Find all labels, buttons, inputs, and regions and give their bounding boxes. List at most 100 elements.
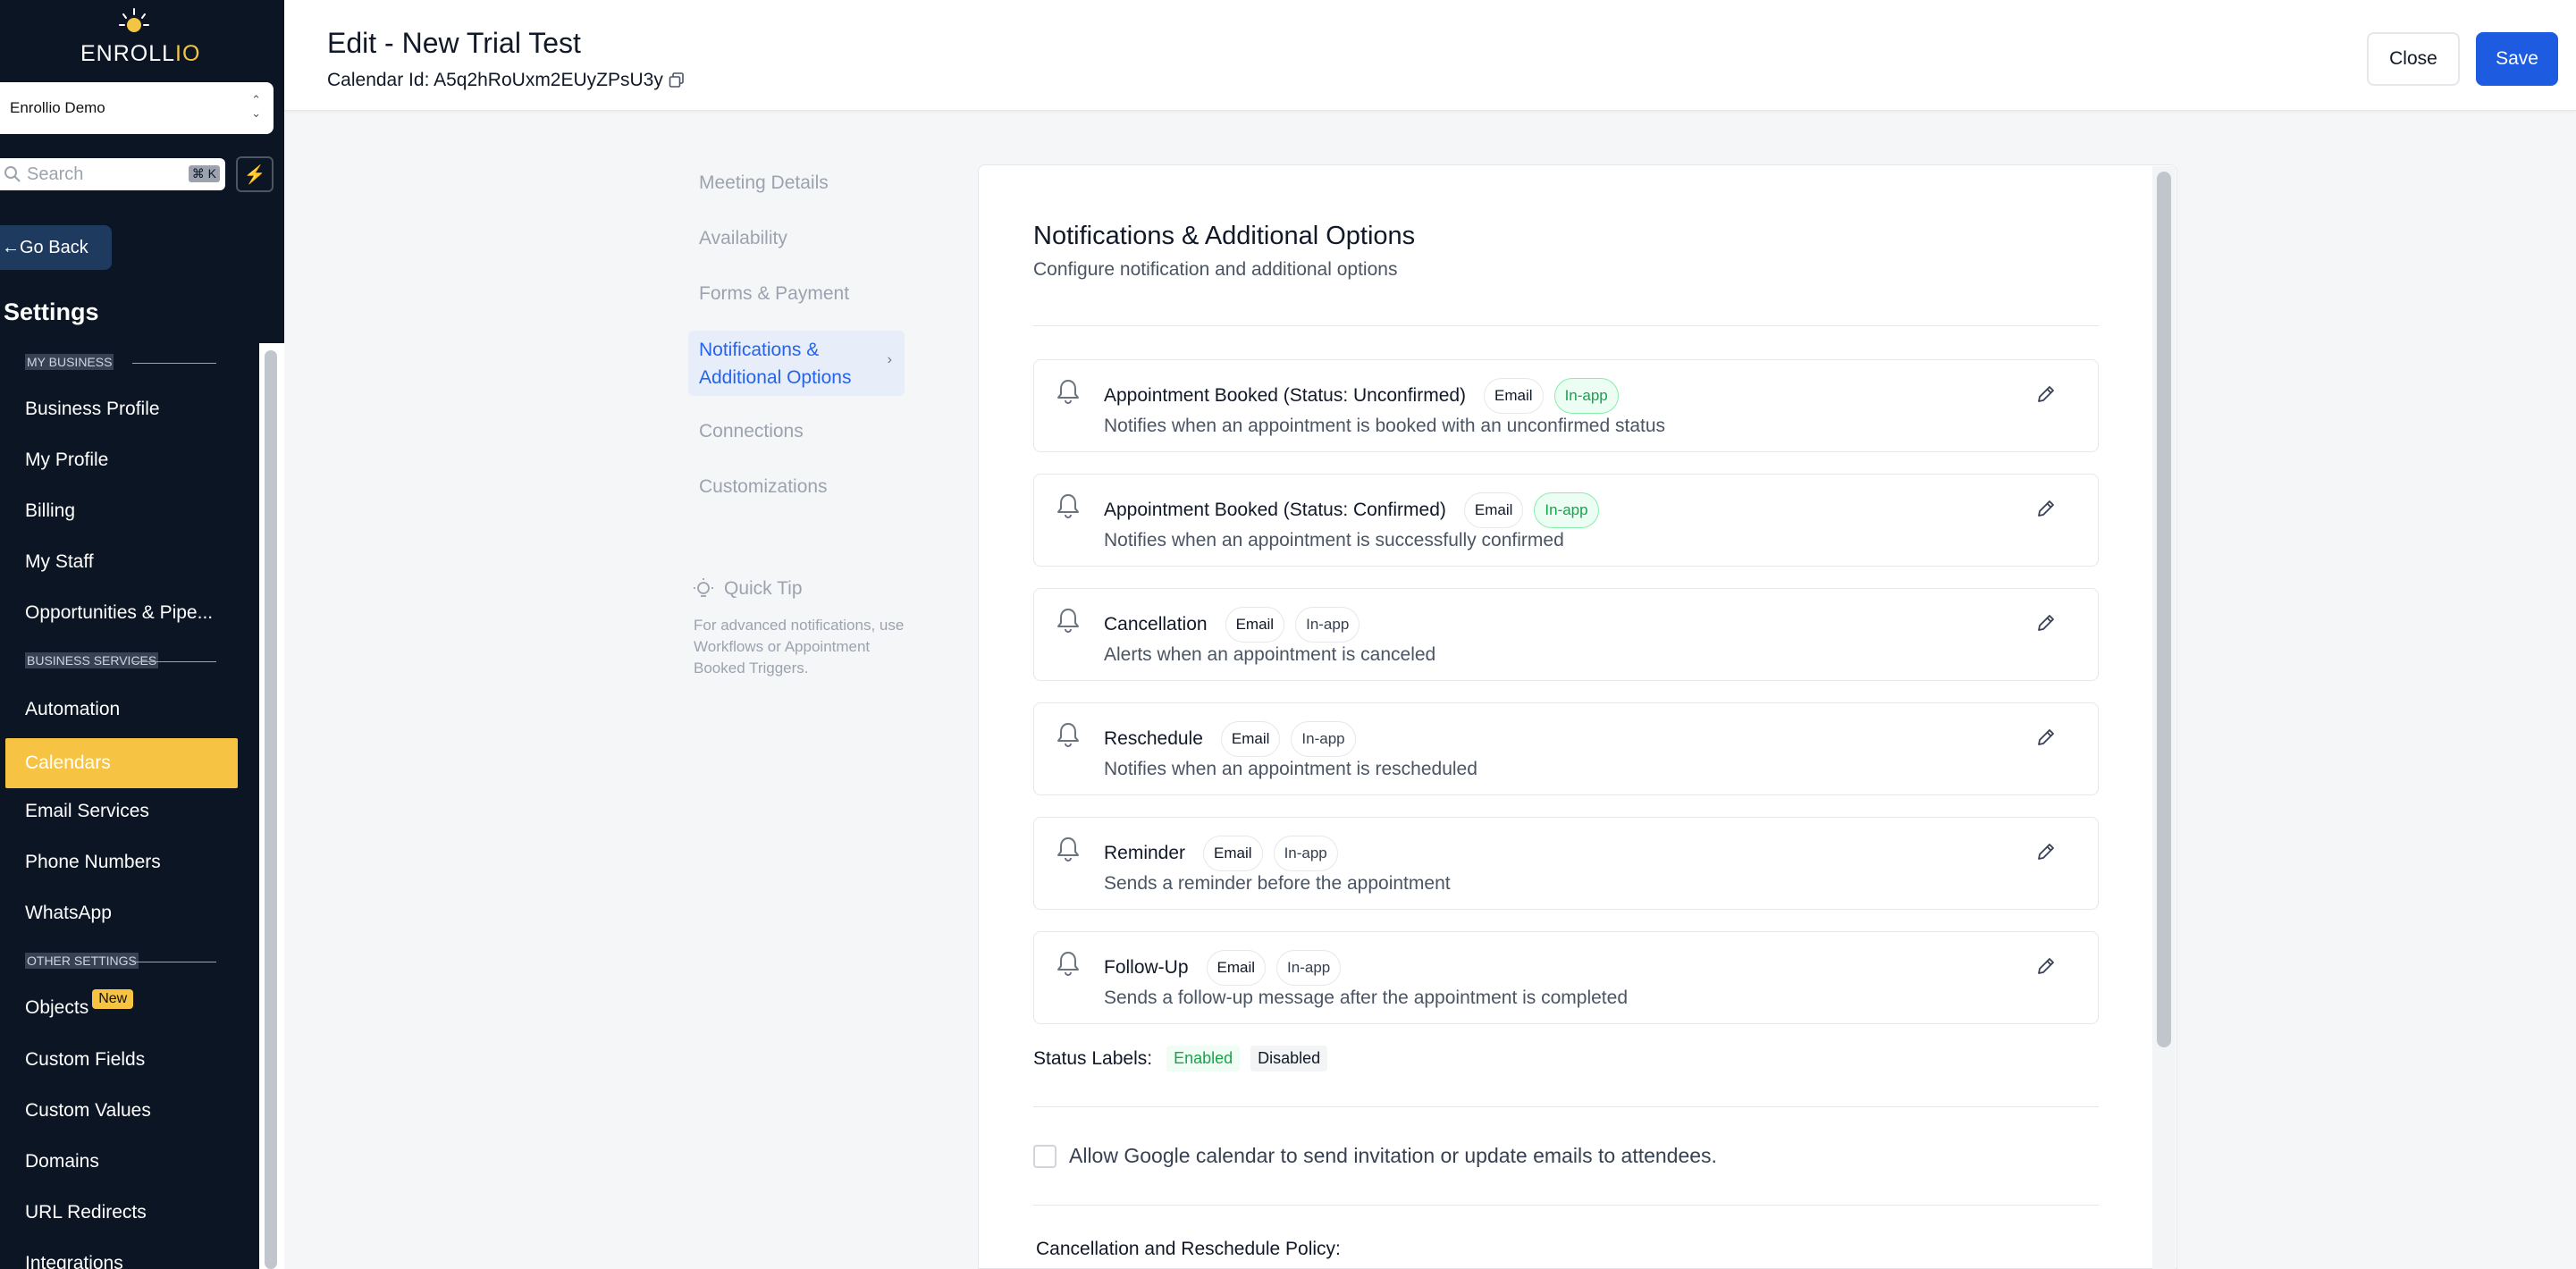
sidebar-item-integrations[interactable]: Integrations xyxy=(25,1253,123,1269)
sidebar-item-my-staff[interactable]: My Staff xyxy=(25,551,94,573)
status-labels-title: Status Labels: xyxy=(1033,1047,1153,1069)
search-shortcut: ⌘ K xyxy=(188,165,220,182)
quick-action-button[interactable]: ⚡ xyxy=(236,156,274,192)
edit-pencil-icon[interactable] xyxy=(2035,498,2057,519)
notification-name: Cancellation xyxy=(1104,614,1208,634)
bolt-icon: ⚡ xyxy=(243,164,266,185)
quick-tip-body: For advanced notifications, use Workflow… xyxy=(694,617,905,677)
section-business-services: BUSINESS SERVICES xyxy=(25,652,159,668)
sidebar-item-business-profile[interactable]: Business Profile xyxy=(25,399,160,420)
tab-forms-payment[interactable]: Forms & Payment xyxy=(699,283,849,305)
sidebar-item-billing[interactable]: Billing xyxy=(25,500,75,522)
section-divider xyxy=(132,363,216,364)
settings-title: Settings xyxy=(4,298,99,325)
edit-pencil-icon[interactable] xyxy=(2035,841,2057,862)
notification-description: Notifies when an appointment is booked w… xyxy=(1104,416,1666,436)
sidebar-item-label: Objects xyxy=(25,997,89,1018)
sidebar-item-objects[interactable]: Objects New xyxy=(25,989,134,1020)
google-calendar-checkbox[interactable] xyxy=(1033,1144,1056,1168)
notification-description: Sends a follow-up message after the appo… xyxy=(1104,987,1629,1008)
logo: ENROLLIO xyxy=(0,7,268,66)
notification-name-row: Reschedule Email In-app xyxy=(1104,721,1356,757)
notification-description: Alerts when an appointment is canceled xyxy=(1104,644,1436,665)
bell-icon xyxy=(1057,380,1079,404)
tab-notifications-label: Notifications & Additional Options xyxy=(699,340,852,388)
policy-title: Cancellation and Reschedule Policy: xyxy=(1036,1239,1341,1259)
account-switcher[interactable]: Enrollio Demo ⌃ ⌄ xyxy=(0,82,274,134)
notification-name: Follow-Up xyxy=(1104,957,1189,978)
tab-customizations[interactable]: Customizations xyxy=(699,476,828,498)
section-other-settings: OTHER SETTINGS xyxy=(25,953,139,969)
edit-pencil-icon[interactable] xyxy=(2035,612,2057,634)
notification-row: Appointment Booked (Status: Confirmed) Em… xyxy=(1033,474,2099,567)
new-badge: New xyxy=(92,989,134,1009)
divider xyxy=(1033,1106,2099,1107)
page-header: Edit - New Trial Test Calendar Id: A5q2h… xyxy=(284,0,2576,111)
save-button[interactable]: Save xyxy=(2476,32,2558,86)
sidebar-item-opportunities[interactable]: Opportunities & Pipe... xyxy=(25,602,213,624)
sidebar-item-custom-fields[interactable]: Custom Fields xyxy=(25,1049,145,1071)
search-icon xyxy=(4,166,21,182)
inapp-channel-badge: In-app xyxy=(1276,950,1342,986)
sidebar-item-custom-values[interactable]: Custom Values xyxy=(25,1100,151,1122)
notification-name: Reschedule xyxy=(1104,728,1203,749)
chevron-updown-icon: ⌃ ⌄ xyxy=(251,93,261,120)
sidebar-item-my-profile[interactable]: My Profile xyxy=(25,450,108,471)
inapp-channel-badge: In-app xyxy=(1553,378,1619,414)
notification-name-row: Reminder Email In-app xyxy=(1104,836,1338,871)
chevron-right-icon: › xyxy=(887,352,892,367)
account-name: Enrollio Demo xyxy=(10,99,105,116)
section-title: Notifications & Additional Options xyxy=(1033,222,1416,250)
calendar-id: Calendar Id: A5q2hRoUxm2EUyZPsU3y xyxy=(327,70,685,91)
sidebar-item-automation[interactable]: Automation xyxy=(25,699,120,720)
tab-meeting-details[interactable]: Meeting Details xyxy=(699,172,829,194)
notification-name-row: Follow-Up Email In-app xyxy=(1104,950,1342,986)
close-button[interactable]: Close xyxy=(2367,32,2460,86)
sidebar-item-domains[interactable]: Domains xyxy=(25,1151,99,1172)
edit-pencil-icon[interactable] xyxy=(2035,955,2057,977)
content-scrollbar[interactable] xyxy=(2157,172,2171,1047)
settings-nav: MY BUSINESS Business Profile My Profile … xyxy=(0,343,259,1269)
section-my-business: MY BUSINESS xyxy=(25,354,114,370)
lightbulb-icon xyxy=(694,578,713,597)
quick-tip-label: Quick Tip xyxy=(724,578,803,599)
tab-notifications[interactable]: Notifications & Additional Options › xyxy=(688,331,905,396)
divider xyxy=(1033,1205,2099,1206)
bell-icon xyxy=(1057,723,1079,747)
status-labels: Status Labels: Enabled Disabled xyxy=(1033,1046,1328,1072)
notification-description: Sends a reminder before the appointment xyxy=(1104,873,1451,894)
notification-row: Follow-Up Email In-app Sends a follow-up me… xyxy=(1033,931,2099,1024)
section-subtitle: Configure notification and additional op… xyxy=(1033,259,1398,280)
inapp-channel-badge: In-app xyxy=(1273,836,1338,871)
calendar-id-label: Calendar Id: A5q2hRoUxm2EUyZPsU3y xyxy=(327,70,663,90)
email-channel-badge: Email xyxy=(1463,492,1524,528)
tab-connections[interactable]: Connections xyxy=(699,421,804,442)
sidebar-item-whatsapp[interactable]: WhatsApp xyxy=(25,903,112,924)
sidebar-item-phone-numbers[interactable]: Phone Numbers xyxy=(25,852,161,873)
notification-name-row: Cancellation Email In-app xyxy=(1104,607,1360,643)
email-channel-badge: Email xyxy=(1225,607,1285,643)
search-input[interactable]: Search ⌘ K xyxy=(0,158,225,190)
notification-description: Notifies when an appointment is reschedu… xyxy=(1104,759,1477,779)
status-disabled-badge: Disabled xyxy=(1250,1046,1328,1072)
edit-pencil-icon[interactable] xyxy=(2035,383,2057,405)
copy-icon[interactable] xyxy=(669,72,685,88)
sidebar-item-url-redirects[interactable]: URL Redirects xyxy=(25,1202,147,1223)
divider xyxy=(1033,325,2099,326)
google-calendar-label: Allow Google calendar to send invitation… xyxy=(1069,1144,1717,1167)
go-back-button[interactable]: ← Go Back xyxy=(0,225,112,270)
bell-icon xyxy=(1057,609,1079,633)
sidebar-item-calendars[interactable]: Calendars xyxy=(5,738,238,788)
sidebar-item-email-services[interactable]: Email Services xyxy=(25,801,149,822)
notification-row: Reminder Email In-app Sends a reminder befo… xyxy=(1033,817,2099,910)
notification-name: Reminder xyxy=(1104,843,1186,863)
search-placeholder: Search xyxy=(27,164,84,184)
inapp-channel-badge: In-app xyxy=(1295,607,1360,643)
sidebar-scrollbar[interactable] xyxy=(265,350,277,1269)
bell-icon xyxy=(1057,837,1079,861)
notification-description: Notifies when an appointment is successf… xyxy=(1104,530,1564,550)
tab-availability[interactable]: Availability xyxy=(699,228,787,249)
edit-pencil-icon[interactable] xyxy=(2035,727,2057,748)
bell-icon xyxy=(1057,494,1079,518)
google-calendar-option[interactable]: Allow Google calendar to send invitation… xyxy=(1033,1144,1717,1168)
